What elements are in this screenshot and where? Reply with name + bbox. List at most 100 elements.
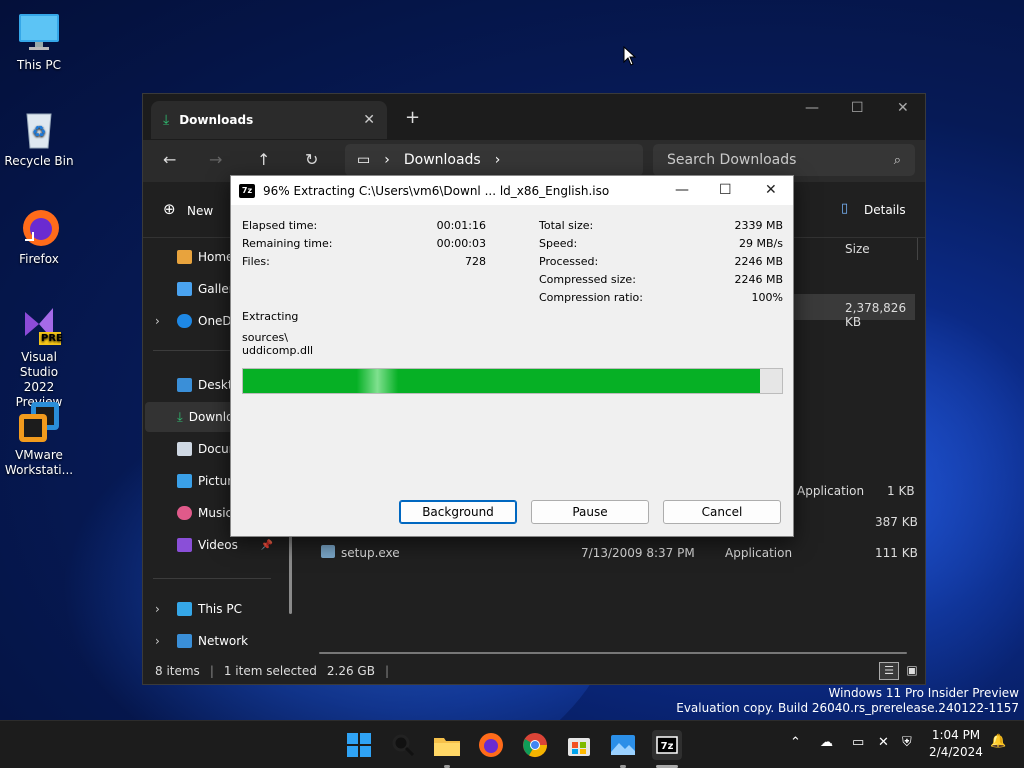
current-action: Extracting [242, 310, 299, 323]
desktop-icon-label: This PC [17, 58, 61, 72]
address-segment[interactable]: Downloads [404, 152, 481, 168]
windows-logo-icon [347, 733, 371, 757]
total-size-label: Total size: [539, 219, 594, 232]
notification-bell-icon[interactable]: 🔔 [990, 734, 1006, 749]
maximize-button[interactable]: ☐ [851, 100, 864, 116]
back-arrow-icon[interactable]: ← [163, 150, 176, 169]
gallery-icon [177, 282, 192, 296]
dialog-maximize-button[interactable]: ☐ [719, 182, 732, 198]
watermark-line1: Windows 11 Pro Insider Preview [828, 686, 1019, 700]
sidebar-label: This PC [198, 602, 242, 616]
taskbar-file-explorer[interactable] [432, 730, 462, 760]
file-name[interactable]: setup.exe [341, 546, 400, 560]
start-button[interactable] [344, 730, 374, 760]
volume-mute-icon[interactable]: ✕ [878, 735, 889, 750]
background-button[interactable]: Background [399, 500, 517, 524]
selection-size: 2.26 GB [326, 664, 375, 678]
computer-icon: ▭ [357, 152, 371, 168]
mouse-cursor-icon [623, 46, 637, 66]
clock[interactable]: 1:04 PM 2/4/2024 [924, 727, 988, 761]
taskbar-7zip[interactable]: 7z [652, 730, 682, 760]
details-view-icon[interactable]: ☰ [879, 662, 899, 680]
visual-studio-icon: PRE [17, 302, 63, 346]
home-icon [177, 250, 192, 264]
dialog-title: 96% Extracting C:\Users\vm6\Downl ... ld… [263, 183, 610, 198]
chevron-right-icon: › [155, 314, 160, 328]
new-plus-icon: ⊕ [163, 200, 176, 218]
network-icon [177, 634, 192, 648]
cancel-button[interactable]: Cancel [663, 500, 781, 524]
file-date: 7/13/2009 8:37 PM [581, 546, 695, 560]
taskbar-store[interactable] [564, 730, 594, 760]
minimize-button[interactable]: — [805, 100, 819, 116]
column-header-size[interactable]: Size [845, 242, 870, 256]
file-size: 387 KB [875, 515, 918, 529]
pause-button[interactable]: Pause [531, 500, 649, 524]
chevron-right-icon: › [155, 634, 160, 648]
total-size-value: 2339 MB [734, 219, 783, 232]
search-input[interactable]: Search Downloads [667, 152, 796, 168]
compression-ratio-label: Compression ratio: [539, 291, 643, 304]
sidebar-label: Home [198, 250, 234, 264]
search-icon: ⌕ [893, 152, 901, 168]
desktop-icon-visual-studio[interactable]: PRE Visual Studio 2022 Preview [4, 302, 74, 410]
security-shield-icon[interactable]: ⛨ [902, 735, 912, 750]
taskbar-photos[interactable] [608, 730, 638, 760]
desktop-icon-label: Firefox [19, 252, 59, 266]
desktop-icon-this-pc[interactable]: This PC [4, 10, 74, 73]
forward-arrow-icon[interactable]: → [209, 150, 222, 169]
desktop-icon-firefox[interactable]: Firefox [4, 204, 74, 267]
new-button[interactable]: New [187, 204, 213, 218]
remaining-time-label: Remaining time: [242, 237, 333, 250]
address-bar[interactable]: ▭ › Downloads › [345, 144, 643, 176]
up-arrow-icon[interactable]: ↑ [257, 150, 270, 169]
tab-title: Downloads [179, 113, 254, 127]
files-label: Files: [242, 255, 270, 268]
monitor-icon [177, 602, 192, 616]
pictures-icon [177, 474, 192, 488]
desktop-icon-recycle-bin[interactable]: ♻ Recycle Bin [4, 106, 74, 169]
column-divider [917, 238, 918, 260]
dialog-close-button[interactable]: ✕ [765, 182, 777, 198]
chrome-icon [523, 733, 547, 758]
tiles-view-icon[interactable]: ▣ [903, 662, 921, 680]
search-box[interactable]: Search Downloads ⌕ [653, 144, 915, 176]
taskbar-firefox[interactable] [476, 730, 506, 760]
details-button[interactable]: Details [864, 203, 906, 217]
close-window-button[interactable]: ✕ [897, 100, 909, 116]
clock-date: 2/4/2024 [929, 745, 983, 759]
pin-icon: 📌 [260, 539, 273, 551]
videos-icon [177, 538, 192, 552]
7zip-icon: 7z [239, 183, 255, 198]
tab-downloads[interactable]: ⤓ Downloads ✕ [151, 101, 387, 139]
status-separator: | [384, 664, 390, 678]
dialog-minimize-button[interactable]: — [675, 182, 689, 198]
7zip-icon: 7z [656, 736, 678, 754]
chevron-up-icon[interactable]: ⌃ [790, 735, 801, 750]
compression-ratio-value: 100% [751, 291, 783, 304]
sidebar-label: Network [198, 634, 249, 648]
sidebar-item-network[interactable]: › Network [145, 626, 289, 656]
refresh-icon[interactable]: ↻ [305, 150, 318, 169]
download-icon: ⤓ [163, 112, 170, 128]
sidebar-divider [153, 578, 271, 579]
clock-time: 1:04 PM [931, 728, 981, 742]
new-tab-button[interactable]: + [405, 107, 420, 128]
search-button[interactable] [388, 730, 418, 760]
recycle-bin-icon: ♻ [17, 106, 61, 150]
file-type: Application [725, 546, 793, 560]
file-size: 111 KB [875, 546, 918, 560]
network-icon[interactable]: ▭ [852, 735, 864, 750]
taskbar-chrome[interactable] [520, 730, 550, 760]
extraction-dialog: 7z 96% Extracting C:\Users\vm6\Downl ...… [230, 175, 794, 537]
horizontal-scrollbar[interactable] [319, 652, 907, 654]
sidebar-label: Music [198, 506, 233, 520]
sidebar-item-this-pc[interactable]: › This PC [145, 594, 289, 624]
explorer-tab-bar: ⤓ Downloads ✕ + — ☐ ✕ [143, 94, 925, 140]
svg-text:7z: 7z [661, 741, 674, 752]
close-tab-icon[interactable]: ✕ [363, 112, 375, 128]
desktop-icon-vmware[interactable]: VMware Workstati... [4, 400, 74, 478]
folder-icon [434, 738, 460, 756]
photos-icon [611, 735, 635, 755]
cloud-offline-icon[interactable]: ☁ [820, 735, 833, 750]
